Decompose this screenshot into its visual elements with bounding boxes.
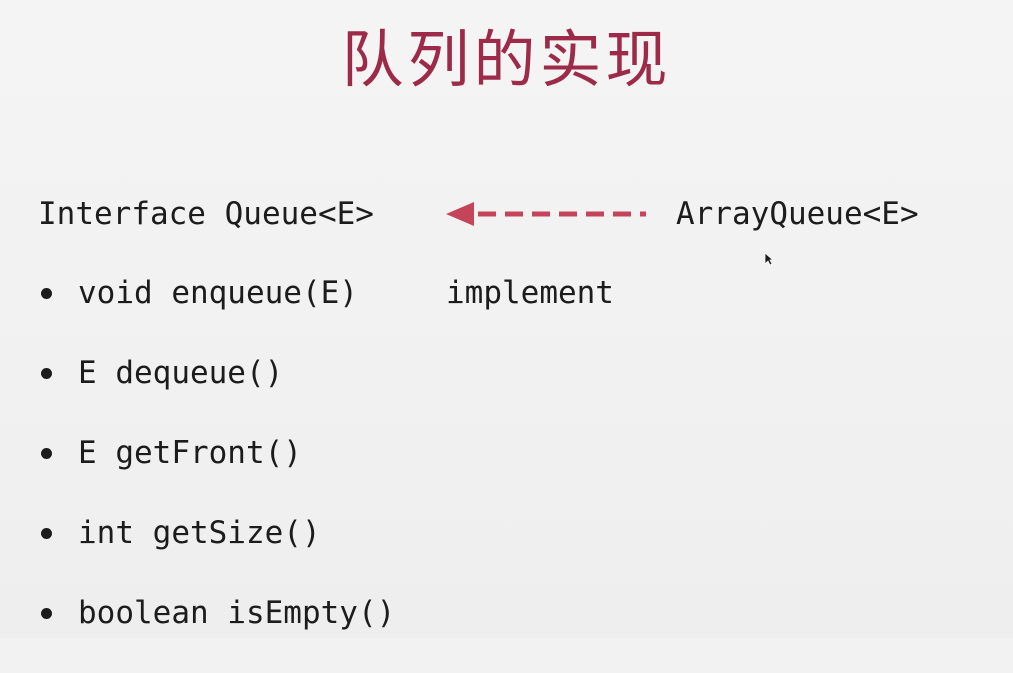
bullet-icon bbox=[41, 287, 52, 299]
method-item: boolean isEmpty() bbox=[38, 593, 395, 633]
relation-label: implement bbox=[446, 275, 614, 311]
method-signature: int getSize() bbox=[78, 515, 321, 551]
method-item: E getFront() bbox=[38, 433, 395, 473]
dashed-left-arrow-icon bbox=[446, 202, 646, 226]
method-item: E dequeue() bbox=[38, 353, 395, 393]
bullet-icon bbox=[41, 607, 52, 619]
method-item: void enqueue(E) bbox=[38, 273, 395, 313]
method-list: void enqueue(E) E dequeue() E getFront()… bbox=[38, 273, 395, 673]
mouse-pointer-icon bbox=[764, 252, 774, 266]
method-signature: E getFront() bbox=[78, 435, 302, 471]
method-signature: void enqueue(E) bbox=[78, 275, 358, 311]
bullet-icon bbox=[41, 447, 52, 459]
slide: 队列的实现 Interface Queue<E> ArrayQueue<E> i… bbox=[0, 0, 1013, 638]
method-signature: E dequeue() bbox=[78, 355, 284, 391]
bullet-icon bbox=[41, 367, 52, 379]
bullet-icon bbox=[41, 527, 52, 539]
method-signature: boolean isEmpty() bbox=[78, 595, 396, 631]
method-item: int getSize() bbox=[38, 513, 395, 553]
slide-title: 队列的实现 bbox=[341, 23, 672, 96]
implementing-class: ArrayQueue<E> bbox=[676, 196, 919, 232]
interface-declaration: Interface Queue<E> bbox=[38, 196, 374, 232]
